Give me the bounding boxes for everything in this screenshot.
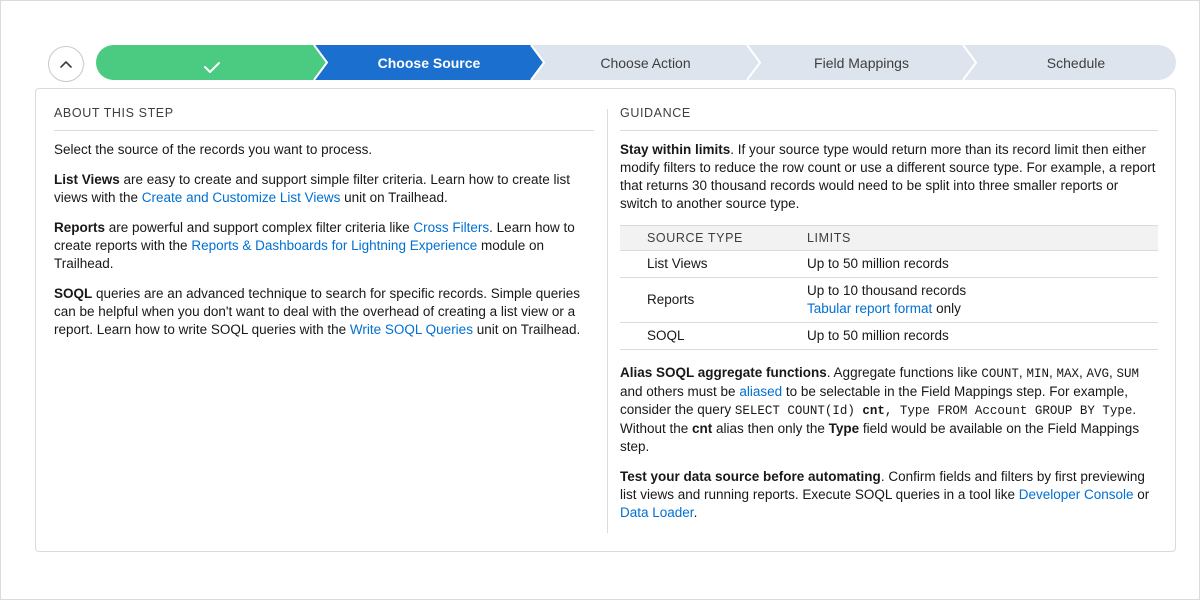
reports-term: Reports <box>54 220 106 235</box>
query-code: SELECT COUNT(Id) <box>734 404 863 418</box>
alias-bold-cnt: cnt <box>692 421 713 436</box>
limit-cell: Up to 50 million records <box>807 322 1158 350</box>
guidance-section: GUIDANCE Stay within limits. If your sou… <box>620 106 1158 534</box>
developer-console-link[interactable]: Developer Console <box>1019 487 1134 502</box>
alias-sep: , <box>1109 365 1117 380</box>
chevron-up-icon <box>60 61 72 68</box>
path-stepper: Choose Source Choose Action Field Mappin… <box>96 45 1176 80</box>
tabular-report-format-link[interactable]: Tabular report format <box>807 301 932 316</box>
dialog-frame: Choose Source Choose Action Field Mappin… <box>0 0 1200 600</box>
table-row: SOQL Up to 50 million records <box>620 322 1158 350</box>
alias-text: . Aggregate functions like <box>826 365 982 380</box>
guidance-title: GUIDANCE <box>620 106 1158 131</box>
alias-bold-type: Type <box>828 421 860 436</box>
soql-term: SOQL <box>54 286 93 301</box>
query-code-alias: cnt <box>862 404 885 418</box>
reports-paragraph: Reports are powerful and support complex… <box>54 219 594 273</box>
test-paragraph: Test your data source before automating.… <box>620 468 1158 522</box>
aliased-link[interactable]: aliased <box>739 384 782 399</box>
list-views-text-end: unit on Trailhead. <box>340 190 448 205</box>
code-min: MIN <box>1026 367 1049 381</box>
source-type-cell: List Views <box>620 250 807 278</box>
test-term: Test your data source before automating <box>620 469 881 484</box>
code-count: COUNT <box>981 367 1019 381</box>
limits-header: LIMITS <box>807 225 1158 251</box>
alias-term: Alias SOQL aggregate functions <box>620 365 827 380</box>
limits-term: Stay within limits <box>620 142 731 157</box>
limit-text: Up to 10 thousand records <box>807 283 967 298</box>
limit-cell: Up to 50 million records <box>807 250 1158 278</box>
alias-paragraph: Alias SOQL aggregate functions. Aggregat… <box>620 364 1158 456</box>
code-max: MAX <box>1056 367 1079 381</box>
reports-dashboards-link[interactable]: Reports & Dashboards for Lightning Exper… <box>191 238 477 253</box>
list-views-term: List Views <box>54 172 120 187</box>
limits-table: SOURCE TYPE LIMITS List Views Up to 50 m… <box>620 225 1158 350</box>
test-text-end: . <box>693 505 698 520</box>
step-details-card: ABOUT THIS STEP Select the source of the… <box>35 88 1176 552</box>
table-row: Reports Up to 10 thousand records Tabular… <box>620 277 1158 323</box>
source-type-cell: Reports <box>620 277 807 323</box>
reports-text: are powerful and support complex filter … <box>105 220 414 235</box>
test-text-mid: or <box>1133 487 1150 502</box>
list-views-paragraph: List Views are easy to create and suppor… <box>54 171 594 207</box>
about-title: ABOUT THIS STEP <box>54 106 594 131</box>
limits-table-header: SOURCE TYPE LIMITS <box>620 225 1158 251</box>
stage-complete[interactable] <box>96 45 327 80</box>
alias-sep: , <box>1078 365 1087 380</box>
stage-schedule[interactable]: Schedule <box>976 45 1176 80</box>
stage-choose-source[interactable]: Choose Source <box>327 45 531 80</box>
soql-paragraph: SOQL queries are an advanced technique t… <box>54 285 594 339</box>
code-avg: AVG <box>1086 367 1110 381</box>
write-soql-queries-link[interactable]: Write SOQL Queries <box>350 322 473 337</box>
limit-cell: Up to 10 thousand records Tabular report … <box>807 277 1158 323</box>
check-icon <box>203 62 220 73</box>
query-code-rest: , Type FROM Account GROUP BY Type <box>884 404 1133 418</box>
code-sum: SUM <box>1116 367 1140 381</box>
stage-field-mappings[interactable]: Field Mappings <box>760 45 963 80</box>
column-divider <box>607 109 608 533</box>
alias-text: and others must be <box>620 384 740 399</box>
source-type-header: SOURCE TYPE <box>620 225 807 251</box>
limits-paragraph: Stay within limits. If your source type … <box>620 141 1158 213</box>
table-row: List Views Up to 50 million records <box>620 250 1158 278</box>
data-loader-link[interactable]: Data Loader <box>620 505 694 520</box>
stage-choose-action[interactable]: Choose Action <box>544 45 747 80</box>
about-section: ABOUT THIS STEP Select the source of the… <box>54 106 594 351</box>
alias-text: alias then only the <box>712 421 829 436</box>
limit-suffix: only <box>932 301 961 316</box>
about-intro: Select the source of the records you wan… <box>54 142 373 157</box>
collapse-button[interactable] <box>48 46 84 82</box>
soql-text-end: unit on Trailhead. <box>472 322 581 337</box>
create-list-views-link[interactable]: Create and Customize List Views <box>142 190 341 205</box>
source-type-cell: SOQL <box>620 322 807 350</box>
cross-filters-link[interactable]: Cross Filters <box>413 220 489 235</box>
